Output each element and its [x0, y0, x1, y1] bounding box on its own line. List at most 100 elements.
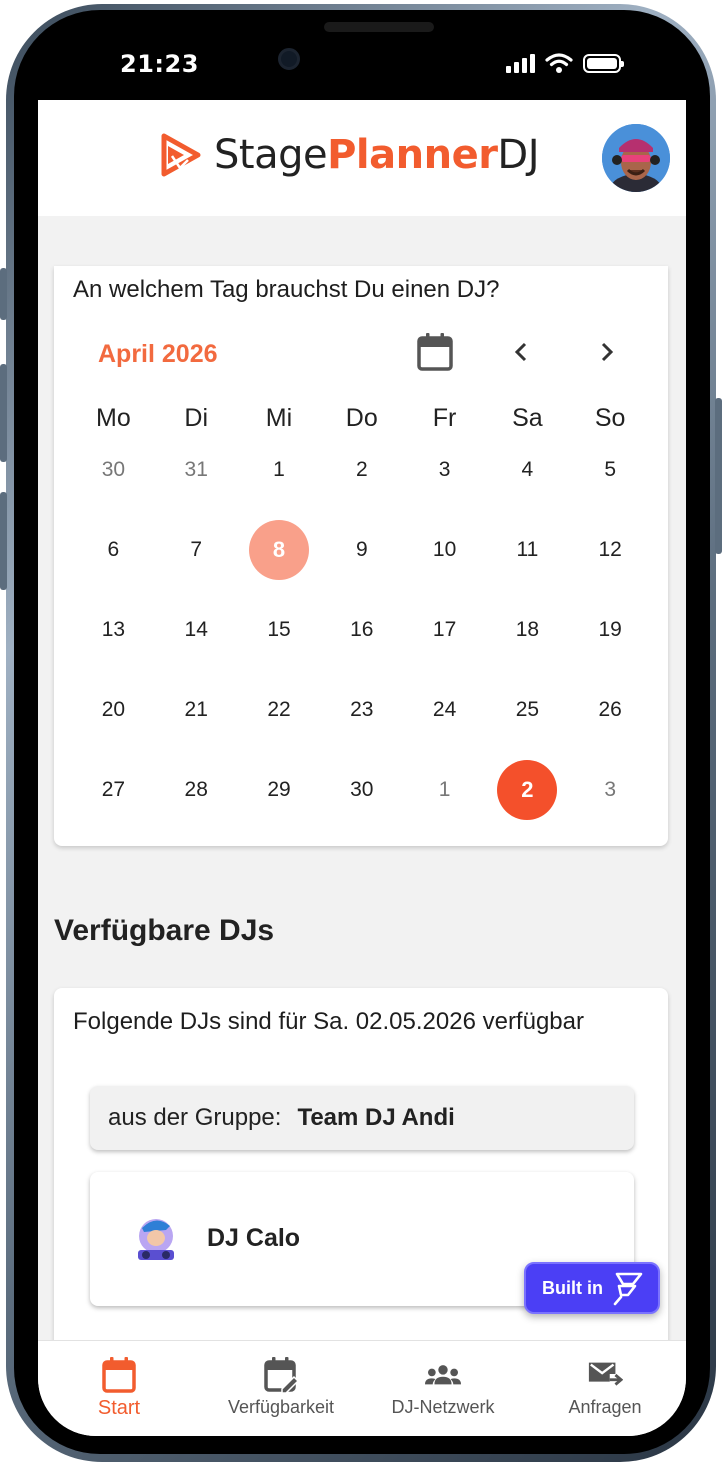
calendar-day[interactable]: 22: [238, 680, 321, 740]
speaker-grille: [324, 22, 434, 32]
nav-item-start[interactable]: Start: [38, 1341, 200, 1436]
calendar-day[interactable]: 18: [486, 600, 569, 660]
calendar-day[interactable]: 20: [72, 680, 155, 740]
calendar-card: An welchem Tag brauchst Du einen DJ? Apr…: [54, 266, 668, 846]
action-button: [0, 268, 7, 320]
calendar-day[interactable]: 11: [486, 520, 569, 580]
logo-text-dj: DJ: [497, 132, 540, 178]
calendar-picker-button[interactable]: [416, 332, 454, 372]
calendar-day[interactable]: 14: [155, 600, 238, 660]
logo-text-stage: Stage: [214, 132, 328, 178]
app-screen: StagePlannerDJ An welchem Tag brauchst D…: [38, 100, 686, 1436]
volume-down-button: [0, 492, 7, 590]
calendar-day[interactable]: 30: [320, 760, 403, 820]
calendar-day[interactable]: 5: [569, 440, 652, 500]
app-logo[interactable]: StagePlannerDJ: [158, 130, 540, 180]
section-title-available-djs: Verfügbare DJs: [54, 914, 275, 947]
calendar-week-row: 30 31 1 2 3 4 5: [72, 440, 652, 500]
weekday-label: Do: [345, 404, 378, 432]
calendar-day[interactable]: 6: [72, 520, 155, 580]
dj-name: DJ Calo: [207, 1224, 301, 1252]
logo-text: StagePlannerDJ: [214, 132, 540, 178]
calendar-day[interactable]: 23: [320, 680, 403, 740]
chevron-left-icon: [514, 342, 527, 362]
group-icon: [425, 1365, 461, 1385]
calendar-day[interactable]: 3: [569, 760, 652, 820]
nav-label-dj-netzwerk: DJ-Netzwerk: [391, 1397, 495, 1417]
built-in-label: Built in: [542, 1277, 603, 1298]
built-in-badge[interactable]: Built in: [524, 1262, 660, 1314]
volume-up-button: [0, 364, 7, 462]
weekday-label: Di: [184, 404, 208, 432]
selected-marker: 2: [497, 760, 558, 820]
calendar-question: An welchem Tag brauchst Du einen DJ?: [73, 276, 500, 303]
group-prefix: aus der Gruppe:: [108, 1104, 282, 1131]
nav-item-verfuegbarkeit[interactable]: Verfügbarkeit: [200, 1341, 362, 1436]
calendar-day[interactable]: 4: [486, 440, 569, 500]
calendar-day[interactable]: 7: [155, 520, 238, 580]
cellular-signal-icon: [506, 53, 535, 73]
calendar-day[interactable]: 3: [403, 440, 486, 500]
weekday-label: Sa: [512, 404, 543, 432]
status-icons: [506, 52, 624, 74]
logo-text-planner: Planner: [327, 132, 498, 178]
nav-label-verfuegbarkeit: Verfügbarkeit: [227, 1397, 335, 1417]
calendar-week-row: 27 28 29 30 1 2 3: [72, 760, 652, 820]
calendar-day[interactable]: 29: [238, 760, 321, 820]
available-description: Folgende DJs sind für Sa. 02.05.2026 ver…: [73, 1008, 584, 1035]
calendar-day[interactable]: 27: [72, 760, 155, 820]
calendar-day[interactable]: 2: [320, 440, 403, 500]
dj-avatar: [126, 1210, 186, 1270]
front-camera: [278, 48, 300, 70]
calendar-day[interactable]: 19: [569, 600, 652, 660]
calendar-day[interactable]: 1: [238, 440, 321, 500]
calendar-day[interactable]: 17: [403, 600, 486, 660]
group-header[interactable]: aus der Gruppe: Team DJ Andi: [90, 1086, 634, 1150]
calendar-day[interactable]: 30: [72, 440, 155, 500]
calendar-day[interactable]: 31: [155, 440, 238, 500]
calendar-day[interactable]: 26: [569, 680, 652, 740]
nav-item-dj-netzwerk[interactable]: DJ-Netzwerk: [362, 1341, 524, 1436]
calendar-day[interactable]: 21: [155, 680, 238, 740]
flutterflow-logo-icon: [613, 1272, 643, 1306]
calendar-edit-icon: [264, 1357, 298, 1393]
play-logo-icon: [161, 133, 201, 177]
calendar-day[interactable]: 9: [320, 520, 403, 580]
calendar-day[interactable]: 24: [403, 680, 486, 740]
calendar-week-row: 20 21 22 23 24 25 26: [72, 680, 652, 740]
calendar-day[interactable]: 15: [238, 600, 321, 660]
chevron-right-icon: [601, 342, 614, 362]
previous-month-button[interactable]: [506, 336, 536, 368]
bottom-navigation: Start Verfügbarkeit DJ-Netzwerk Anfragen: [38, 1340, 686, 1436]
calendar-day-selected[interactable]: 2: [486, 760, 569, 820]
calendar-day[interactable]: 28: [155, 760, 238, 820]
calendar-day-today[interactable]: 8: [238, 520, 321, 580]
calendar-day[interactable]: 1: [403, 760, 486, 820]
calendar-day[interactable]: 16: [320, 600, 403, 660]
mail-forward-icon: [588, 1362, 623, 1386]
calendar-week-row: 13 14 15 16 17 18 19: [72, 600, 652, 660]
weekday-label: So: [594, 404, 626, 432]
weekday-label: Fr: [432, 404, 457, 432]
calendar-day[interactable]: 13: [72, 600, 155, 660]
dj-avatar-image: [126, 1210, 186, 1270]
calendar-month-label[interactable]: April 2026: [98, 340, 218, 369]
weekday-label: Mi: [265, 404, 293, 432]
calendar-week-row: 6 7 8 9 10 11 12: [72, 520, 652, 580]
user-avatar-image: [602, 124, 670, 192]
user-avatar[interactable]: [602, 124, 670, 192]
app-header: StagePlannerDJ: [38, 100, 686, 216]
calendar-day[interactable]: 10: [403, 520, 486, 580]
weekday-label: Mo: [96, 404, 131, 432]
group-name: Team DJ Andi: [297, 1104, 455, 1131]
weekday-header: Mo Di Mi Do Fr Sa So: [72, 404, 652, 433]
calendar-day[interactable]: 12: [569, 520, 652, 580]
battery-icon: [583, 53, 624, 73]
nav-label-anfragen: Anfragen: [568, 1397, 642, 1417]
next-month-button[interactable]: [592, 336, 622, 368]
calendar-icon: [417, 333, 453, 371]
calendar-day[interactable]: 25: [486, 680, 569, 740]
nav-label-start: Start: [97, 1397, 141, 1419]
nav-item-anfragen[interactable]: Anfragen: [524, 1341, 686, 1436]
status-time: 21:23: [120, 50, 199, 78]
